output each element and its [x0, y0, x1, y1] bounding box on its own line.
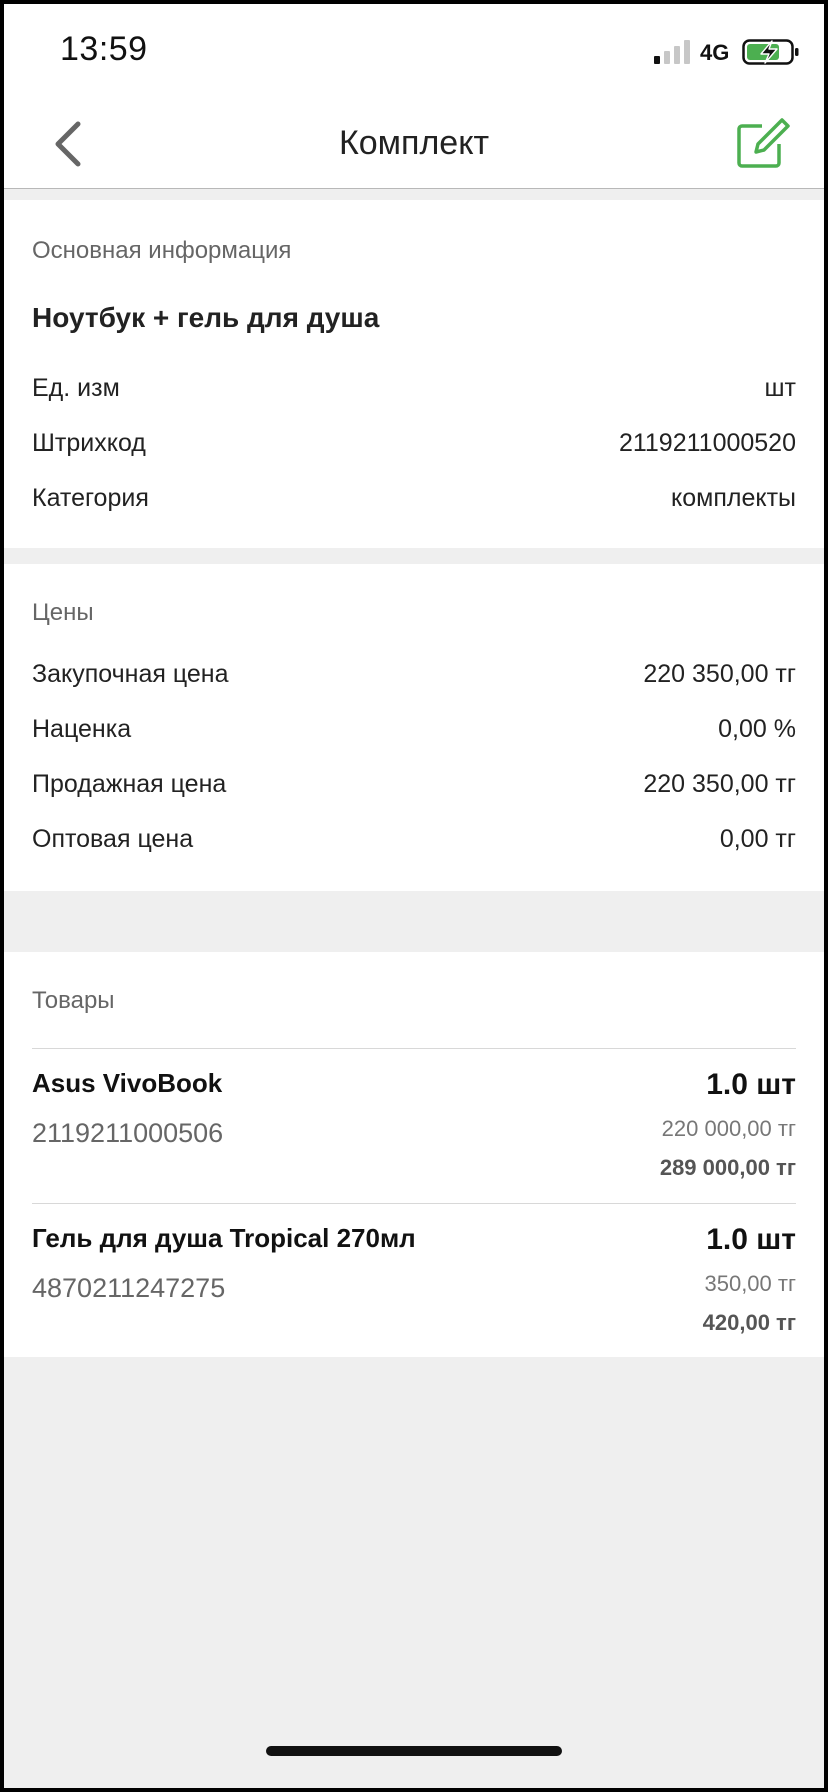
item-barcode: 4870211247275 [32, 1273, 226, 1303]
item-purchase-price: 350,00 тг [704, 1271, 796, 1296]
item-barcode: 2119211000506 [32, 1118, 224, 1148]
price-label: Продажная цена [32, 770, 227, 798]
battery-charging-icon [742, 39, 799, 65]
item-purchase-price: 220 000,00 тг [661, 1116, 796, 1141]
info-value: 2119211000520 [618, 429, 796, 457]
status-time: 13:59 [60, 30, 148, 68]
price-row-markup: Наценка 0,00 % [32, 715, 796, 755]
price-row-sale: Продажная цена 220 350,00 тг [32, 770, 796, 810]
info-row-unit: Ед. изм шт [32, 374, 796, 414]
navigation-bar: Комплект [4, 100, 824, 189]
goods-card: Товары Asus VivoBook 2119211000506 1.0 ш… [4, 952, 824, 1357]
product-name: Ноутбук + гель для душа [32, 302, 380, 333]
section-title-goods: Товары [32, 987, 115, 1014]
item-sale-price: 289 000,00 тг [659, 1155, 796, 1180]
signal-icon [654, 40, 694, 64]
home-indicator[interactable] [266, 1746, 562, 1756]
item-quantity: 1.0 шт [706, 1223, 796, 1256]
network-type: 4G [700, 40, 730, 65]
goods-list-item[interactable]: Гель для душа Tropical 270мл 48702112472… [32, 1223, 796, 1353]
price-value: 220 350,00 тг [643, 660, 796, 688]
info-row-barcode: Штрихкод 2119211000520 [32, 429, 796, 469]
item-name: Asus VivoBook [32, 1068, 223, 1098]
info-label: Ед. изм [32, 374, 120, 402]
basic-info-card: Основная информация Ноутбук + гель для д… [4, 200, 824, 548]
price-label: Оптовая цена [32, 825, 194, 853]
edit-icon[interactable] [734, 116, 790, 172]
info-row-category: Категория комплекты [32, 484, 796, 524]
divider [32, 1203, 796, 1204]
item-name: Гель для душа Tropical 270мл [32, 1223, 416, 1253]
goods-list-item[interactable]: Asus VivoBook 2119211000506 1.0 шт 220 0… [32, 1068, 796, 1198]
price-row-purchase: Закупочная цена 220 350,00 тг [32, 660, 796, 700]
page-title: Комплект [338, 124, 490, 162]
divider [32, 1048, 796, 1049]
item-sale-price: 420,00 тг [702, 1310, 796, 1335]
section-title-prices: Цены [32, 599, 94, 626]
price-label: Наценка [32, 715, 132, 743]
info-value: шт [764, 374, 796, 402]
info-value: комплекты [671, 484, 796, 512]
price-value: 0,00 % [718, 715, 796, 743]
price-value: 220 350,00 тг [643, 770, 796, 798]
price-label: Закупочная цена [32, 660, 229, 688]
info-label: Категория [32, 484, 149, 512]
prices-card: Цены Закупочная цена 220 350,00 тг Нацен… [4, 564, 824, 891]
section-title-basic-info: Основная информация [32, 237, 292, 264]
price-row-wholesale: Оптовая цена 0,00 тг [32, 825, 796, 865]
status-bar: 13:59 4G [4, 4, 824, 100]
info-label: Штрихкод [32, 429, 146, 457]
price-value: 0,00 тг [719, 825, 796, 853]
screen: 13:59 4G Комплект Основная информация Но… [4, 4, 824, 1788]
item-quantity: 1.0 шт [706, 1068, 796, 1101]
